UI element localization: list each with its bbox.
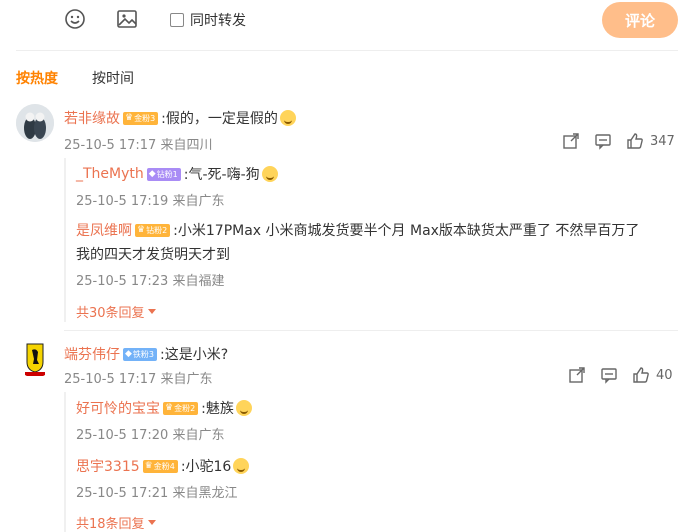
location: 来自福建 (172, 274, 225, 289)
badge-label: 金粉4 (153, 461, 175, 471)
reply-text: :小米17PMax 小米商城发货要半个月 Max版本缺货太严重了 不然早百万了 (173, 223, 640, 239)
repost-checkbox[interactable]: 同时转发 (170, 10, 246, 30)
badge-label: 金粉3 (134, 113, 156, 123)
reply-meta: 25-10-5 17:19 来自广东 (76, 190, 225, 209)
like-button[interactable]: 40 (632, 366, 673, 384)
reply-thread-line (64, 158, 66, 322)
like-count: 40 (656, 367, 673, 383)
like-count: 347 (650, 133, 675, 149)
crown-icon: ♛ (165, 402, 174, 413)
fan-badge[interactable]: ◆ 钻粉1 (146, 167, 181, 181)
location: 来自四川 (160, 138, 213, 153)
fan-badge[interactable]: ♛ 金粉3 (123, 111, 159, 125)
reply-text-line2: 我的四天才发货明天才到 (76, 247, 230, 263)
tab-sort-hot[interactable]: 按热度 (16, 68, 58, 88)
avatar[interactable] (16, 104, 54, 142)
comment-text: :假的，一定是假的 (161, 111, 278, 127)
comment-text: :这是小米? (160, 347, 229, 363)
timestamp: 25-10-5 17:20 (76, 428, 169, 443)
share-icon[interactable] (568, 366, 586, 384)
shield-icon: ◆ (125, 348, 132, 359)
more-replies-label: 共30条回复 (76, 306, 145, 321)
badge-label: 钻粉1 (156, 169, 178, 179)
comment-button[interactable]: 评论 (602, 2, 678, 38)
smile-emoji-icon (279, 110, 296, 126)
comment-meta: 25-10-5 17:17 来自四川 (64, 134, 213, 153)
comment-actions: 347 (562, 132, 675, 150)
comment-toolbar: 同时转发 评论 (0, 0, 694, 44)
more-replies-label: 共18条回复 (76, 517, 145, 532)
reply-icon[interactable] (600, 366, 618, 384)
reply-meta: 25-10-5 17:20 来自广东 (76, 424, 225, 443)
location: 来自广东 (172, 428, 225, 443)
username[interactable]: 思宇3315 (76, 456, 140, 476)
like-button[interactable]: 347 (626, 132, 675, 150)
face-emoji-icon (235, 400, 252, 416)
comment-meta: 25-10-5 17:17 来自广东 (64, 368, 213, 387)
badge-label: 铁粉3 (132, 349, 155, 359)
more-replies-link[interactable]: 共18条回复 (76, 513, 156, 532)
crown-icon: ♛ (137, 224, 146, 235)
divider (64, 330, 678, 331)
reply-text-continued: 我的四天才发货明天才到 (76, 244, 230, 264)
divider (16, 50, 678, 51)
reply-thread-line (64, 392, 66, 532)
fan-badge[interactable]: ♛ 钻粉2 (135, 223, 171, 237)
thumbs-up-icon (633, 367, 649, 383)
crown-icon: ♛ (125, 112, 134, 123)
reply-meta: 25-10-5 17:23 来自福建 (76, 270, 225, 289)
share-icon[interactable] (562, 132, 580, 150)
location: 来自广东 (172, 194, 225, 209)
avatar[interactable] (16, 340, 54, 378)
badge-label: 金粉2 (174, 403, 196, 413)
username[interactable]: 若非缘故 (64, 108, 120, 128)
location: 来自黑龙江 (172, 486, 238, 501)
username[interactable]: 是凤维啊 (76, 220, 132, 240)
chevron-down-icon (147, 309, 156, 314)
timestamp: 25-10-5 17:21 (76, 486, 169, 501)
username[interactable]: _TheMyth (76, 166, 144, 182)
reply-header: 好可怜的宝宝 ♛ 金粉2 :魅族 (76, 398, 252, 418)
image-icon[interactable] (116, 8, 138, 30)
timestamp: 25-10-5 17:17 (64, 138, 157, 153)
comment-header: 若非缘故 ♛ 金粉3 :假的，一定是假的 (64, 108, 296, 128)
sort-tabs: 按热度 按时间 (16, 68, 134, 88)
reply-meta: 25-10-5 17:21 来自黑龙江 (76, 482, 238, 501)
comment-header: 端芬伟仔 ◆ 铁粉3 :这是小米? (64, 344, 228, 364)
tab-sort-time[interactable]: 按时间 (92, 68, 134, 88)
cat-emoji-icon (261, 166, 278, 182)
fan-badge[interactable]: ♛ 金粉2 (163, 401, 199, 415)
username[interactable]: 端芬伟仔 (64, 344, 120, 364)
username[interactable]: 好可怜的宝宝 (76, 398, 160, 418)
location: 来自广东 (160, 372, 213, 387)
reply-text: :魅族 (201, 401, 234, 417)
chevron-down-icon (147, 520, 156, 525)
reply-header: 思宇3315 ♛ 金粉4 :小驼16 (76, 456, 250, 476)
repost-label: 同时转发 (190, 13, 246, 29)
more-replies-link[interactable]: 共30条回复 (76, 302, 156, 321)
timestamp: 25-10-5 17:17 (64, 372, 157, 387)
reply-header: _TheMyth ◆ 钻粉1 :气-死-嗨-狗 (76, 164, 278, 184)
reply-text: :气-死-嗨-狗 (183, 167, 260, 183)
grin-emoji-icon (233, 458, 250, 474)
reply-header: 是凤维啊 ♛ 钻粉2 :小米17PMax 小米商城发货要半个月 Max版本缺货太严… (76, 220, 639, 240)
fan-badge[interactable]: ◆ 铁粉3 (123, 347, 158, 361)
timestamp: 25-10-5 17:23 (76, 274, 169, 289)
crown-icon: ♛ (144, 460, 153, 471)
timestamp: 25-10-5 17:19 (76, 194, 169, 209)
comment-actions: 40 (568, 366, 673, 384)
reply-text: :小驼16 (180, 459, 232, 475)
fan-badge[interactable]: ♛ 金粉4 (142, 459, 178, 473)
thumbs-up-icon (627, 133, 643, 149)
emoji-icon[interactable] (64, 8, 86, 30)
checkbox-box[interactable] (170, 13, 184, 27)
reply-icon[interactable] (594, 132, 612, 150)
badge-label: 钻粉2 (146, 225, 168, 235)
diamond-icon: ◆ (148, 168, 156, 179)
